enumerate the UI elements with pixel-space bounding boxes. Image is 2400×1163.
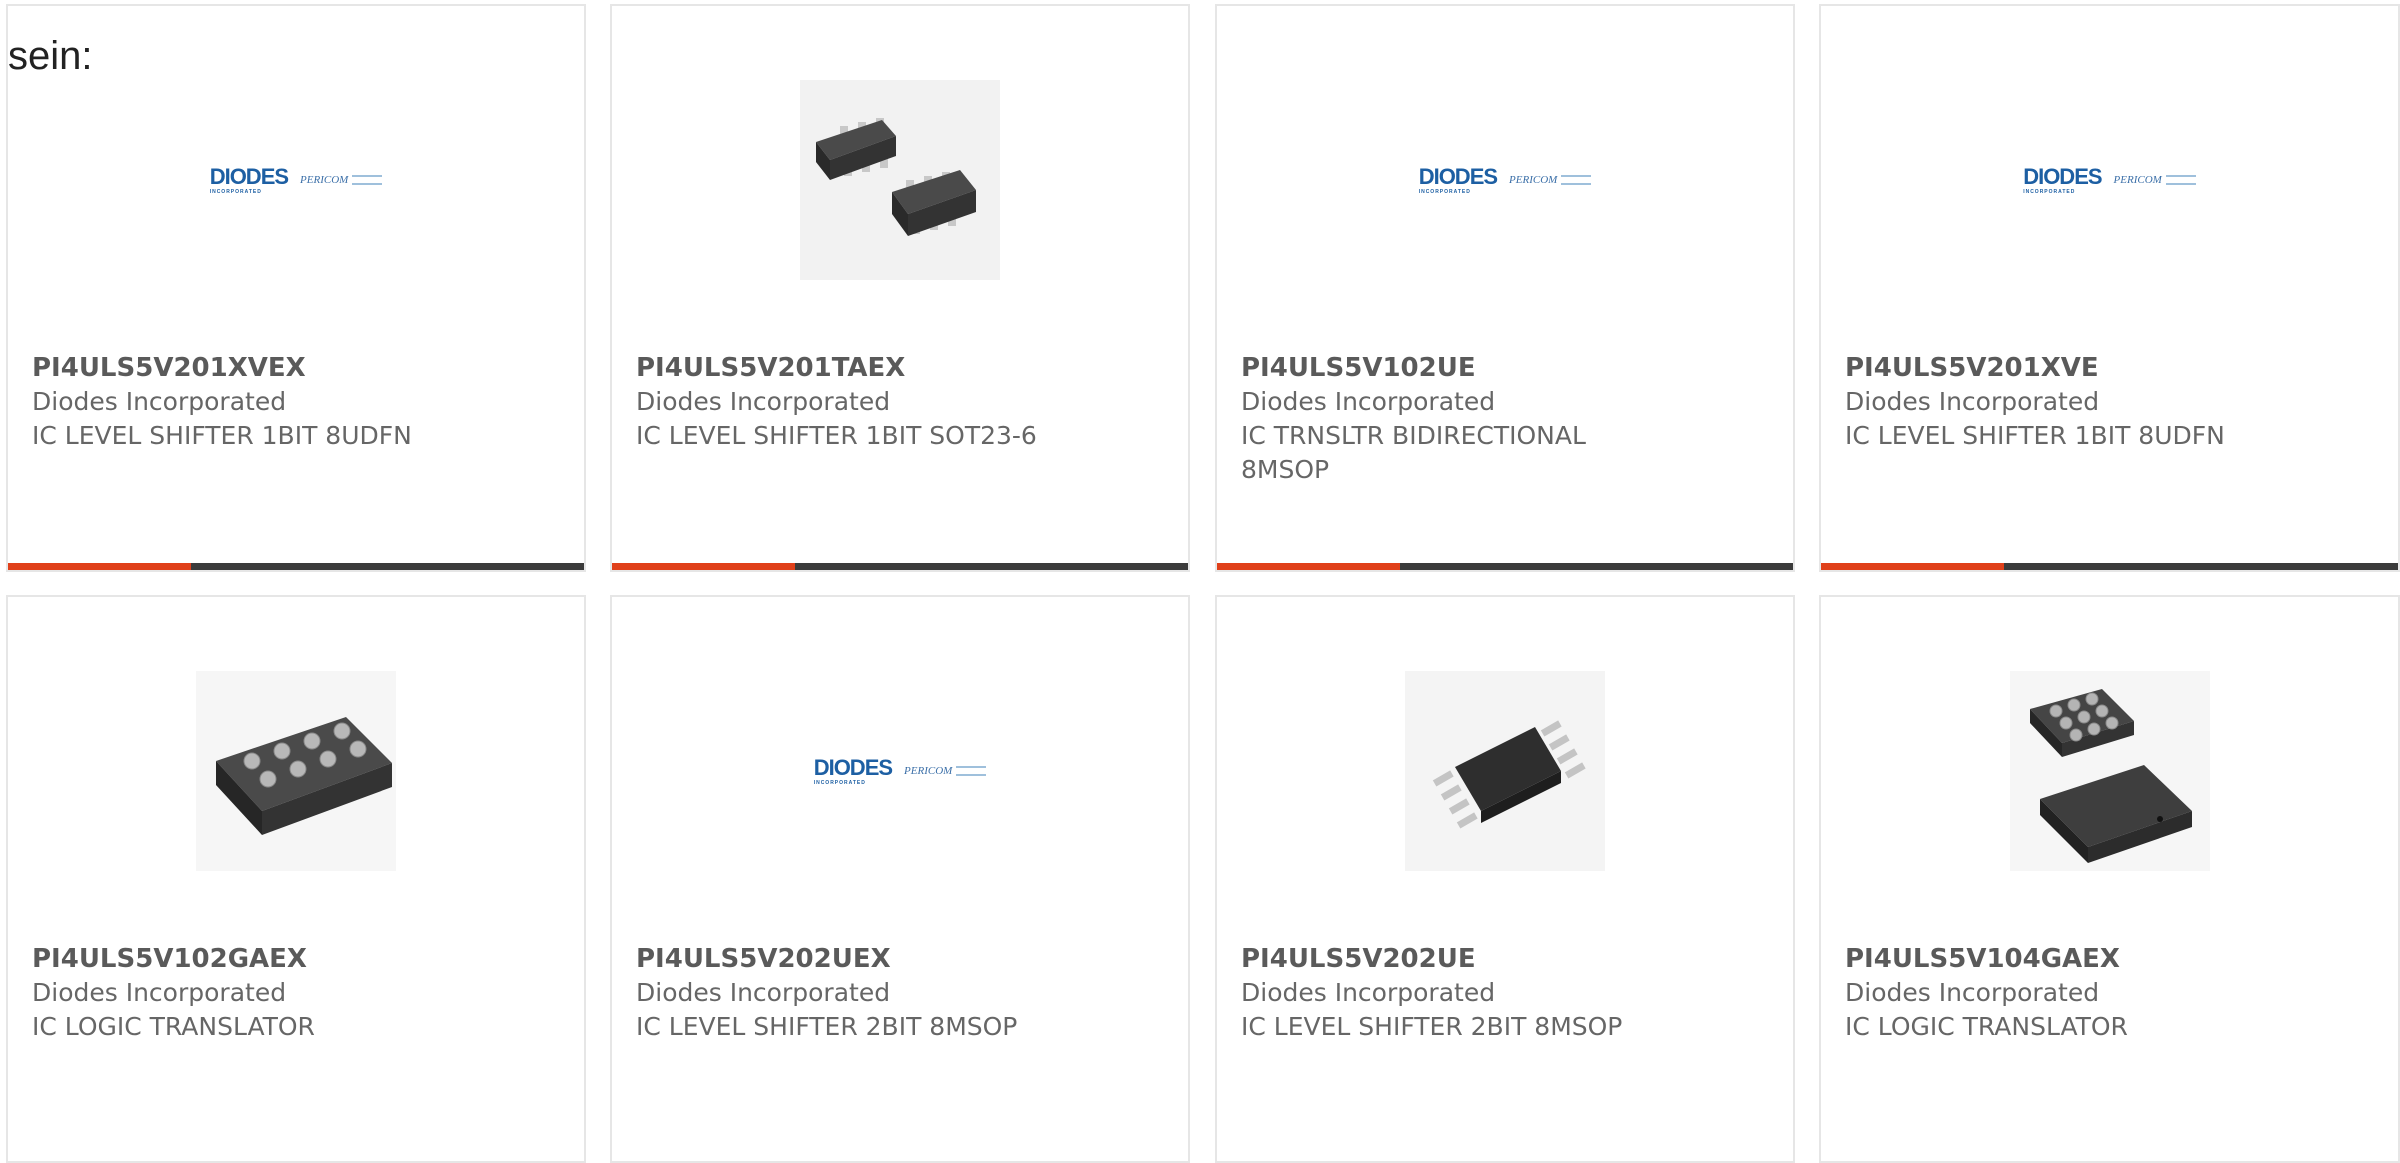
manufacturer: Diodes Incorporated <box>32 387 287 416</box>
card-bottom-bar <box>1217 563 1793 570</box>
part-number[interactable]: PI4ULS5V104GAEX <box>1845 942 2365 976</box>
card-bottom-bar <box>612 563 1188 570</box>
card-bottom-bar <box>1821 563 2398 570</box>
diodes-pericom-logo: DIODES INCORPORATED PERICOM <box>2023 163 2196 195</box>
product-info: PI4ULS5V202UEX Diodes Incorporated IC LE… <box>636 942 1156 1044</box>
diodes-logo-text: DIODES INCORPORATED <box>2023 163 2102 195</box>
pericom-logo-text: PERICOM <box>1509 174 1592 186</box>
product-card[interactable]: DIODES INCORPORATED PERICOM PI4ULS5V102UE… <box>1215 4 1795 572</box>
product-info: PI4ULS5V201TAEX Diodes Incorporated IC L… <box>636 351 1156 453</box>
logo-tagline: INCORPORATED <box>209 188 262 195</box>
product-description: IC TRNSLTR BIDIRECTIONAL 8MSOP <box>1241 421 1586 484</box>
product-description: IC LEVEL SHIFTER 2BIT 8MSOP <box>1241 1012 1623 1041</box>
manufacturer: Diodes Incorporated <box>1845 387 2100 416</box>
part-number[interactable]: PI4ULS5V201TAEX <box>636 351 1156 385</box>
logo-partner: PERICOM <box>904 765 953 777</box>
product-description: IC LEVEL SHIFTER 2BIT 8MSOP <box>636 1012 1018 1041</box>
manufacturer: Diodes Incorporated <box>1845 978 2100 1007</box>
product-image[interactable]: DIODES INCORPORATED PERICOM <box>800 671 1000 871</box>
wlcsp-package-icon <box>2009 671 2210 871</box>
manufacturer: Diodes Incorporated <box>636 387 891 416</box>
logo-tagline: INCORPORATED <box>2023 188 2076 195</box>
diodes-pericom-logo: DIODES INCORPORATED PERICOM <box>1418 163 1592 195</box>
card-accent-bar <box>612 563 795 570</box>
logo-tagline: INCORPORATED <box>813 779 866 786</box>
product-description: IC LOGIC TRANSLATOR <box>1845 1012 2128 1041</box>
product-image[interactable] <box>2009 671 2210 871</box>
product-image[interactable] <box>1405 671 1605 871</box>
pericom-logo-text: PERICOM <box>300 174 383 186</box>
product-info: PI4ULS5V104GAEX Diodes Incorporated IC L… <box>1845 942 2365 1044</box>
product-card[interactable]: PI4ULS5V201TAEX Diodes Incorporated IC L… <box>610 4 1190 572</box>
product-info: PI4ULS5V202UE Diodes Incorporated IC LEV… <box>1241 942 1761 1044</box>
part-number[interactable]: PI4ULS5V201XVE <box>1845 351 2365 385</box>
product-info: PI4ULS5V102GAEX Diodes Incorporated IC L… <box>32 942 552 1044</box>
product-info: PI4ULS5V102UE Diodes Incorporated IC TRN… <box>1241 351 1641 487</box>
part-number[interactable]: PI4ULS5V202UEX <box>636 942 1156 976</box>
product-grid: DIODES INCORPORATED PERICOM PI4ULS5V201XV… <box>0 0 2400 1163</box>
logo-tagline: INCORPORATED <box>1418 188 1471 195</box>
product-card[interactable]: PI4ULS5V202UE Diodes Incorporated IC LEV… <box>1215 595 1795 1163</box>
diodes-pericom-logo: DIODES INCORPORATED PERICOM <box>209 163 383 195</box>
product-card[interactable]: PI4ULS5V102GAEX Diodes Incorporated IC L… <box>6 595 586 1163</box>
product-description: IC LEVEL SHIFTER 1BIT 8UDFN <box>32 421 412 450</box>
logo-brand: DIODES <box>813 754 893 780</box>
product-image[interactable] <box>800 80 1000 280</box>
card-accent-bar <box>1217 563 1400 570</box>
product-image[interactable]: DIODES INCORPORATED PERICOM <box>196 80 396 280</box>
diodes-logo-text: DIODES INCORPORATED <box>209 163 289 195</box>
msop8-package-icon <box>1405 671 1605 871</box>
product-description: IC LEVEL SHIFTER 1BIT 8UDFN <box>1845 421 2225 450</box>
manufacturer: Diodes Incorporated <box>636 978 891 1007</box>
product-info: PI4ULS5V201XVE Diodes Incorporated IC LE… <box>1845 351 2365 453</box>
lead-text: sein: <box>8 34 93 78</box>
product-image[interactable] <box>196 671 396 871</box>
card-accent-bar <box>8 563 191 570</box>
manufacturer: Diodes Incorporated <box>1241 387 1496 416</box>
logo-brand: DIODES <box>209 163 289 189</box>
product-info: PI4ULS5V201XVEX Diodes Incorporated IC L… <box>32 351 552 453</box>
card-accent-bar <box>1821 563 2004 570</box>
product-image[interactable]: DIODES INCORPORATED PERICOM <box>2010 80 2210 280</box>
diodes-logo-text: DIODES INCORPORATED <box>813 754 893 786</box>
bga-chip-package-icon <box>196 671 396 871</box>
part-number[interactable]: PI4ULS5V202UE <box>1241 942 1761 976</box>
manufacturer: Diodes Incorporated <box>1241 978 1496 1007</box>
product-card[interactable]: PI4ULS5V104GAEX Diodes Incorporated IC L… <box>1819 595 2400 1163</box>
product-description: IC LEVEL SHIFTER 1BIT SOT23-6 <box>636 421 1037 450</box>
pericom-logo-text: PERICOM <box>2114 174 2196 186</box>
logo-brand: DIODES <box>2023 163 2102 189</box>
product-card[interactable]: DIODES INCORPORATED PERICOM PI4ULS5V201XV… <box>6 4 586 572</box>
diodes-logo-text: DIODES INCORPORATED <box>1418 163 1498 195</box>
logo-partner: PERICOM <box>1509 174 1558 186</box>
part-number[interactable]: PI4ULS5V201XVEX <box>32 351 552 385</box>
part-number[interactable]: PI4ULS5V102UE <box>1241 351 1641 385</box>
pericom-logo-text: PERICOM <box>904 765 987 777</box>
product-image[interactable]: DIODES INCORPORATED PERICOM <box>1405 80 1605 280</box>
diodes-pericom-logo: DIODES INCORPORATED PERICOM <box>813 754 987 786</box>
sot23-6-package-icon <box>800 80 1000 280</box>
logo-partner: PERICOM <box>300 174 349 186</box>
product-description: IC LOGIC TRANSLATOR <box>32 1012 315 1041</box>
product-card[interactable]: DIODES INCORPORATED PERICOM PI4ULS5V201XV… <box>1819 4 2400 572</box>
manufacturer: Diodes Incorporated <box>32 978 287 1007</box>
card-bottom-bar <box>8 563 584 570</box>
logo-partner: PERICOM <box>2113 174 2162 186</box>
logo-brand: DIODES <box>1418 163 1498 189</box>
product-card[interactable]: DIODES INCORPORATED PERICOM PI4ULS5V202UE… <box>610 595 1190 1163</box>
part-number[interactable]: PI4ULS5V102GAEX <box>32 942 552 976</box>
